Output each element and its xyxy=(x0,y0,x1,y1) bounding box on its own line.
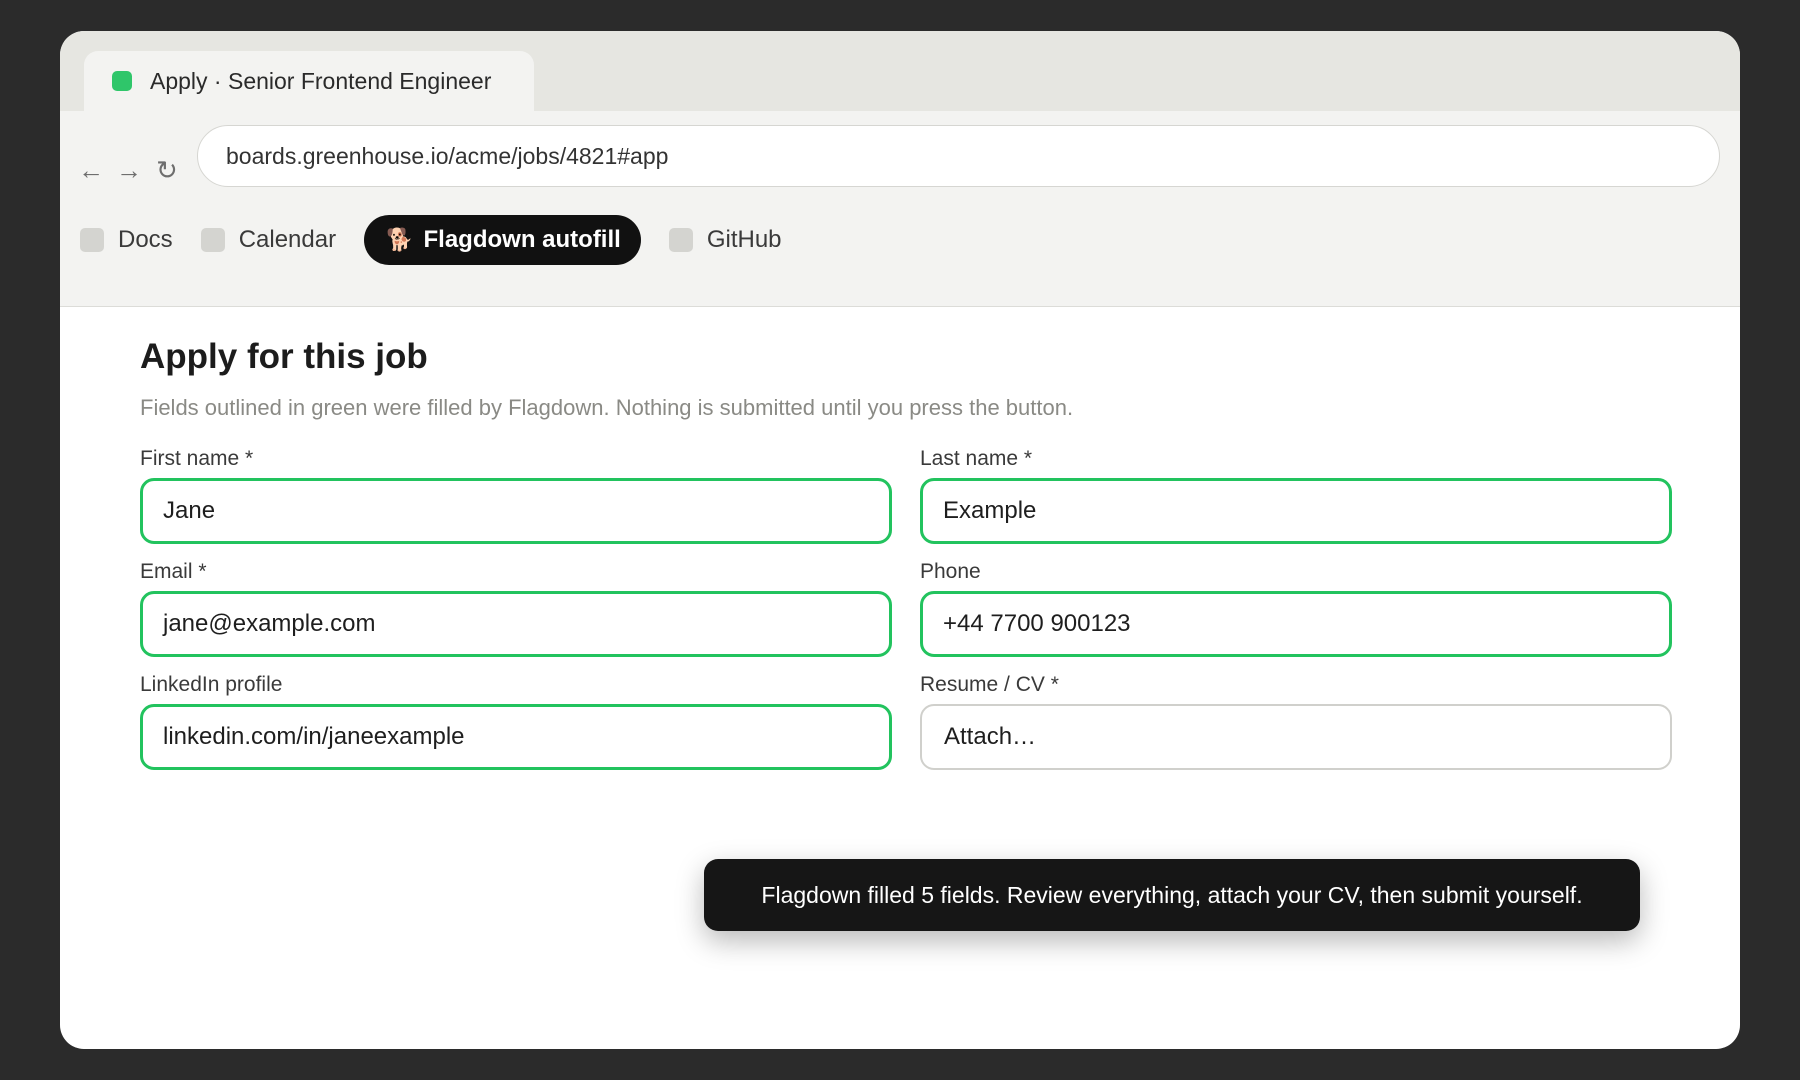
email-label: Email * xyxy=(140,560,207,583)
bookmark-github[interactable]: GitHub xyxy=(668,215,782,265)
tab-strip: Apply · Senior Frontend Engineer xyxy=(60,31,1740,111)
bookmark-label: Docs xyxy=(118,226,173,253)
last-name-input[interactable]: Example xyxy=(920,478,1672,544)
bookmarks-bar: Docs Calendar 🐕 Flagdown autofill GitHub xyxy=(80,215,810,265)
bookmark-icon xyxy=(80,228,104,252)
bookmark-label: GitHub xyxy=(706,226,782,253)
autofill-toast: Flagdown filled 5 fields. Review everyth… xyxy=(704,859,1640,931)
field-last-name: Last name * Example xyxy=(920,447,1672,544)
first-name-input[interactable]: Jane xyxy=(140,478,892,544)
bookmark-calendar[interactable]: Calendar xyxy=(200,215,337,265)
field-resume: Resume / CV * Attach… xyxy=(920,673,1672,770)
linkedin-label: LinkedIn profile xyxy=(140,673,283,696)
phone-label: Phone xyxy=(920,560,981,583)
tab-title: Apply · Senior Frontend Engineer xyxy=(150,67,492,94)
bookmark-flagdown-autofill[interactable]: 🐕 Flagdown autofill xyxy=(364,215,641,265)
field-email: Email * jane@example.com xyxy=(140,560,892,657)
dog-icon: 🐕 xyxy=(386,227,414,252)
browser-window: Apply · Senior Frontend Engineer ← → ↻ b… xyxy=(60,31,1740,1049)
browser-toolbar: ← → ↻ boards.greenhouse.io/acme/jobs/482… xyxy=(60,111,1740,307)
back-arrow-icon[interactable]: ← xyxy=(78,157,104,183)
first-name-label: First name * xyxy=(140,447,254,470)
page-subtitle: Fields outlined in green were filled by … xyxy=(140,395,1074,420)
toast-message: Flagdown filled 5 fields. Review everyth… xyxy=(761,881,1583,908)
bookmark-label: Flagdown autofill xyxy=(423,226,621,253)
resume-label: Resume / CV * xyxy=(920,673,1059,696)
bookmark-docs[interactable]: Docs xyxy=(80,215,173,265)
linkedin-input[interactable]: linkedin.com/in/janeexample xyxy=(140,704,892,770)
favicon-icon xyxy=(112,71,132,91)
bookmark-label: Calendar xyxy=(238,226,337,253)
address-bar[interactable]: boards.greenhouse.io/acme/jobs/4821#app xyxy=(197,125,1720,187)
forward-arrow-icon[interactable]: → xyxy=(116,157,142,183)
field-phone: Phone +44 7700 900123 xyxy=(920,560,1672,657)
address-url: boards.greenhouse.io/acme/jobs/4821#app xyxy=(226,142,669,169)
field-first-name: First name * Jane xyxy=(140,447,892,544)
bookmark-icon xyxy=(668,228,693,252)
application-form-page: Apply for this job Fields outlined in gr… xyxy=(140,337,1672,770)
tab-apply[interactable]: Apply · Senior Frontend Engineer xyxy=(84,51,534,111)
resume-attach-button[interactable]: Attach… xyxy=(920,704,1672,770)
page-title: Apply for this job xyxy=(140,337,428,376)
bookmark-icon xyxy=(200,228,225,252)
application-form: First name * Jane Last name * Example Em… xyxy=(140,447,1672,770)
reload-icon[interactable]: ↻ xyxy=(156,157,178,183)
last-name-label: Last name * xyxy=(920,447,1033,470)
phone-input[interactable]: +44 7700 900123 xyxy=(920,591,1672,657)
field-linkedin: LinkedIn profile linkedin.com/in/janeexa… xyxy=(140,673,892,770)
email-input[interactable]: jane@example.com xyxy=(140,591,892,657)
